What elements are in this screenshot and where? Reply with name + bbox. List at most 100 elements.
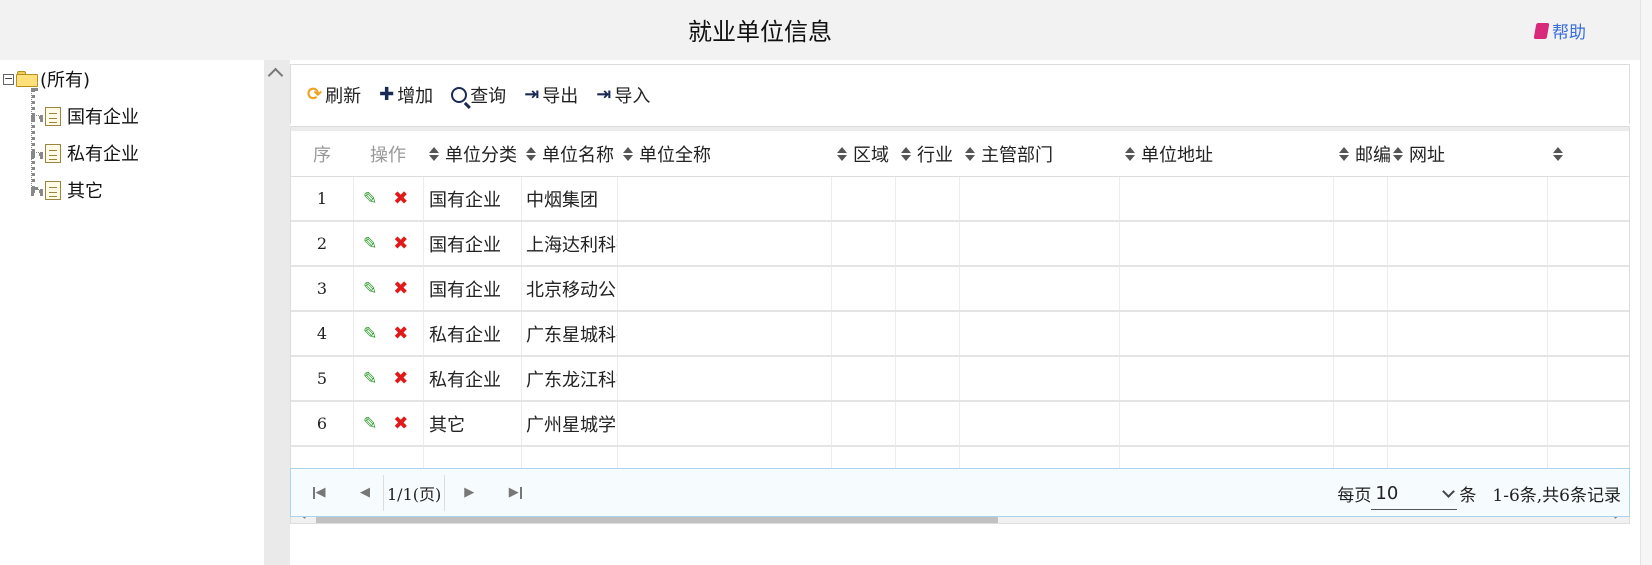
table-row[interactable]: 4 ✎✖ 私有企业 广东星城科技 [291, 312, 1629, 357]
delete-x-icon[interactable]: ✖ [393, 233, 408, 254]
page-header: 就业单位信息 帮助 [0, 0, 1652, 60]
cell-short-name: 上海达利科技 [526, 234, 617, 256]
cell-actions: ✎ ✖ [353, 312, 423, 355]
pagination-bar: ◀ ◀ 1/1(页) ▶ ▶ 每页 10 条 1-6条,共6条记录 [290, 468, 1630, 517]
search-button[interactable]: 查询 [451, 82, 507, 109]
delete-x-icon[interactable]: ✖ [393, 323, 408, 344]
prev-page-button[interactable]: ◀ [347, 478, 383, 508]
edit-pencil-icon[interactable]: ✎ [363, 279, 377, 299]
cell-category: 国有企业 [429, 279, 501, 301]
col-header-actions: 操作 [370, 145, 406, 166]
toolbar: ⟳ 刷新 ✚ 增加 查询 ⇥ 导出 ⇥ 导入 [290, 64, 1630, 124]
edit-pencil-icon[interactable]: ✎ [363, 189, 377, 209]
edit-pencil-icon[interactable]: ✎ [363, 414, 377, 434]
tree-item-state-owned[interactable]: 国有企业 [45, 103, 139, 129]
col-header-label: 单位名称 [542, 145, 614, 166]
col-header-label: 行业 [917, 145, 953, 166]
search-icon [451, 86, 472, 109]
import-label: 导入 [614, 85, 651, 107]
cell-short-name: 中烟集团 [526, 189, 598, 211]
import-button[interactable]: ⇥ 导入 [596, 82, 650, 108]
cell-short-name: 广东龙江科技 [526, 369, 617, 391]
cell-seq: 4 [316, 324, 328, 343]
cell-actions: ✎ ✖ [353, 222, 423, 265]
sort-icon[interactable] [1339, 146, 1349, 162]
sort-icon[interactable] [526, 146, 536, 162]
tree-collapse-bar[interactable] [264, 60, 290, 565]
table-row[interactable]: 2 ✎✖ 国有企业 上海达利科技 [291, 222, 1629, 267]
col-header-postcode[interactable]: 邮编 [1339, 131, 1393, 177]
edit-pencil-icon[interactable]: ✎ [363, 369, 377, 389]
add-button[interactable]: ✚ 增加 [379, 82, 433, 108]
table-row[interactable]: 5 ✎✖ 私有企业 广东龙江科技 [291, 357, 1629, 402]
sort-icon[interactable] [837, 146, 847, 162]
cell-category: 私有企业 [429, 369, 501, 391]
next-page-button[interactable]: ▶ [451, 478, 487, 508]
cell-actions: ✎ ✖ [353, 357, 423, 400]
col-header-department[interactable]: 主管部门 [965, 131, 1125, 177]
sort-icon[interactable] [1125, 146, 1135, 162]
cell-category: 私有企业 [429, 324, 501, 346]
tree-item-private[interactable]: 私有企业 [45, 140, 139, 166]
sort-icon[interactable] [429, 146, 439, 162]
export-icon: ⇥ [524, 84, 540, 105]
search-label: 查询 [470, 85, 507, 107]
col-header-more[interactable] [1553, 131, 1573, 177]
table-row[interactable]: 1 ✎ ✖ 国有企业 中烟集团 [291, 177, 1629, 222]
refresh-button[interactable]: ⟳ 刷新 [307, 82, 361, 108]
sort-icon[interactable] [623, 146, 633, 162]
page-size-area: 每页 10 条 1-6条,共6条记录 [1337, 469, 1621, 518]
col-header-label: 网址 [1409, 145, 1445, 166]
delete-x-icon[interactable]: ✖ [393, 278, 408, 299]
page-size-select[interactable]: 10 [1371, 478, 1458, 510]
cell-seq: 6 [316, 414, 328, 433]
first-page-button[interactable]: ◀ [301, 478, 337, 508]
export-button[interactable]: ⇥ 导出 [524, 82, 578, 108]
category-tree: − (所有) 国有企业 私有企业 其它 [0, 60, 264, 565]
page-scrollbar[interactable] [1640, 0, 1652, 565]
col-header-full-name[interactable]: 单位全称 [623, 131, 837, 177]
cell-actions: ✎ ✖ [353, 177, 423, 220]
cell-short-name: 广东星城科技 [526, 324, 617, 346]
delete-x-icon[interactable]: ✖ [393, 413, 408, 434]
tree-root[interactable]: − (所有) [3, 66, 90, 92]
per-page-prefix: 每页 [1337, 486, 1372, 506]
col-header-label: 区域 [853, 145, 889, 166]
col-header-address[interactable]: 单位地址 [1125, 131, 1339, 177]
import-icon: ⇥ [596, 84, 612, 105]
collapse-toggle-icon[interactable]: − [3, 73, 14, 85]
cell-actions: ✎ ✖ [353, 402, 423, 445]
cell-short-name: 北京移动公司 [526, 279, 617, 301]
col-header-industry[interactable]: 行业 [901, 131, 965, 177]
sort-icon[interactable] [901, 146, 911, 162]
delete-x-icon[interactable]: ✖ [393, 188, 408, 209]
col-header-short-name[interactable]: 单位名称 [526, 131, 623, 177]
tree-item-label: 国有企业 [67, 107, 139, 128]
delete-x-icon[interactable]: ✖ [393, 368, 408, 389]
cell-seq: 3 [316, 279, 328, 298]
cell-category: 国有企业 [429, 234, 501, 256]
cell-short-name: 广州星城学院 [526, 414, 617, 436]
tree-item-label: 其它 [67, 181, 103, 202]
sort-icon[interactable] [1553, 146, 1563, 162]
col-header-website[interactable]: 网址 [1393, 131, 1551, 177]
page-size-value: 10 [1375, 482, 1399, 504]
chevron-down-icon [1442, 484, 1456, 498]
last-page-button[interactable]: ▶ [497, 478, 533, 508]
cell-seq: 1 [316, 189, 328, 208]
table-row[interactable]: 3 ✎ ✖ 国有企业 北京移动公司 [291, 267, 1629, 312]
export-label: 导出 [542, 85, 579, 107]
tree-line [31, 189, 43, 193]
col-header-category[interactable]: 单位分类 [429, 131, 526, 177]
help-link[interactable]: 帮助 [1533, 18, 1586, 43]
sort-icon[interactable] [965, 146, 975, 162]
sort-icon[interactable] [1393, 146, 1403, 162]
edit-pencil-icon[interactable]: ✎ [363, 234, 377, 254]
edit-pencil-icon[interactable]: ✎ [363, 324, 377, 344]
col-header-label: 邮编 [1355, 145, 1391, 166]
col-header-region[interactable]: 区域 [837, 131, 901, 177]
tree-item-other[interactable]: 其它 [45, 177, 103, 203]
table-row[interactable]: 6 ✎✖ 其它 广州星城学院 [291, 402, 1629, 447]
chevron-up-icon[interactable] [267, 67, 284, 84]
tree-root-label: (所有) [40, 70, 91, 91]
